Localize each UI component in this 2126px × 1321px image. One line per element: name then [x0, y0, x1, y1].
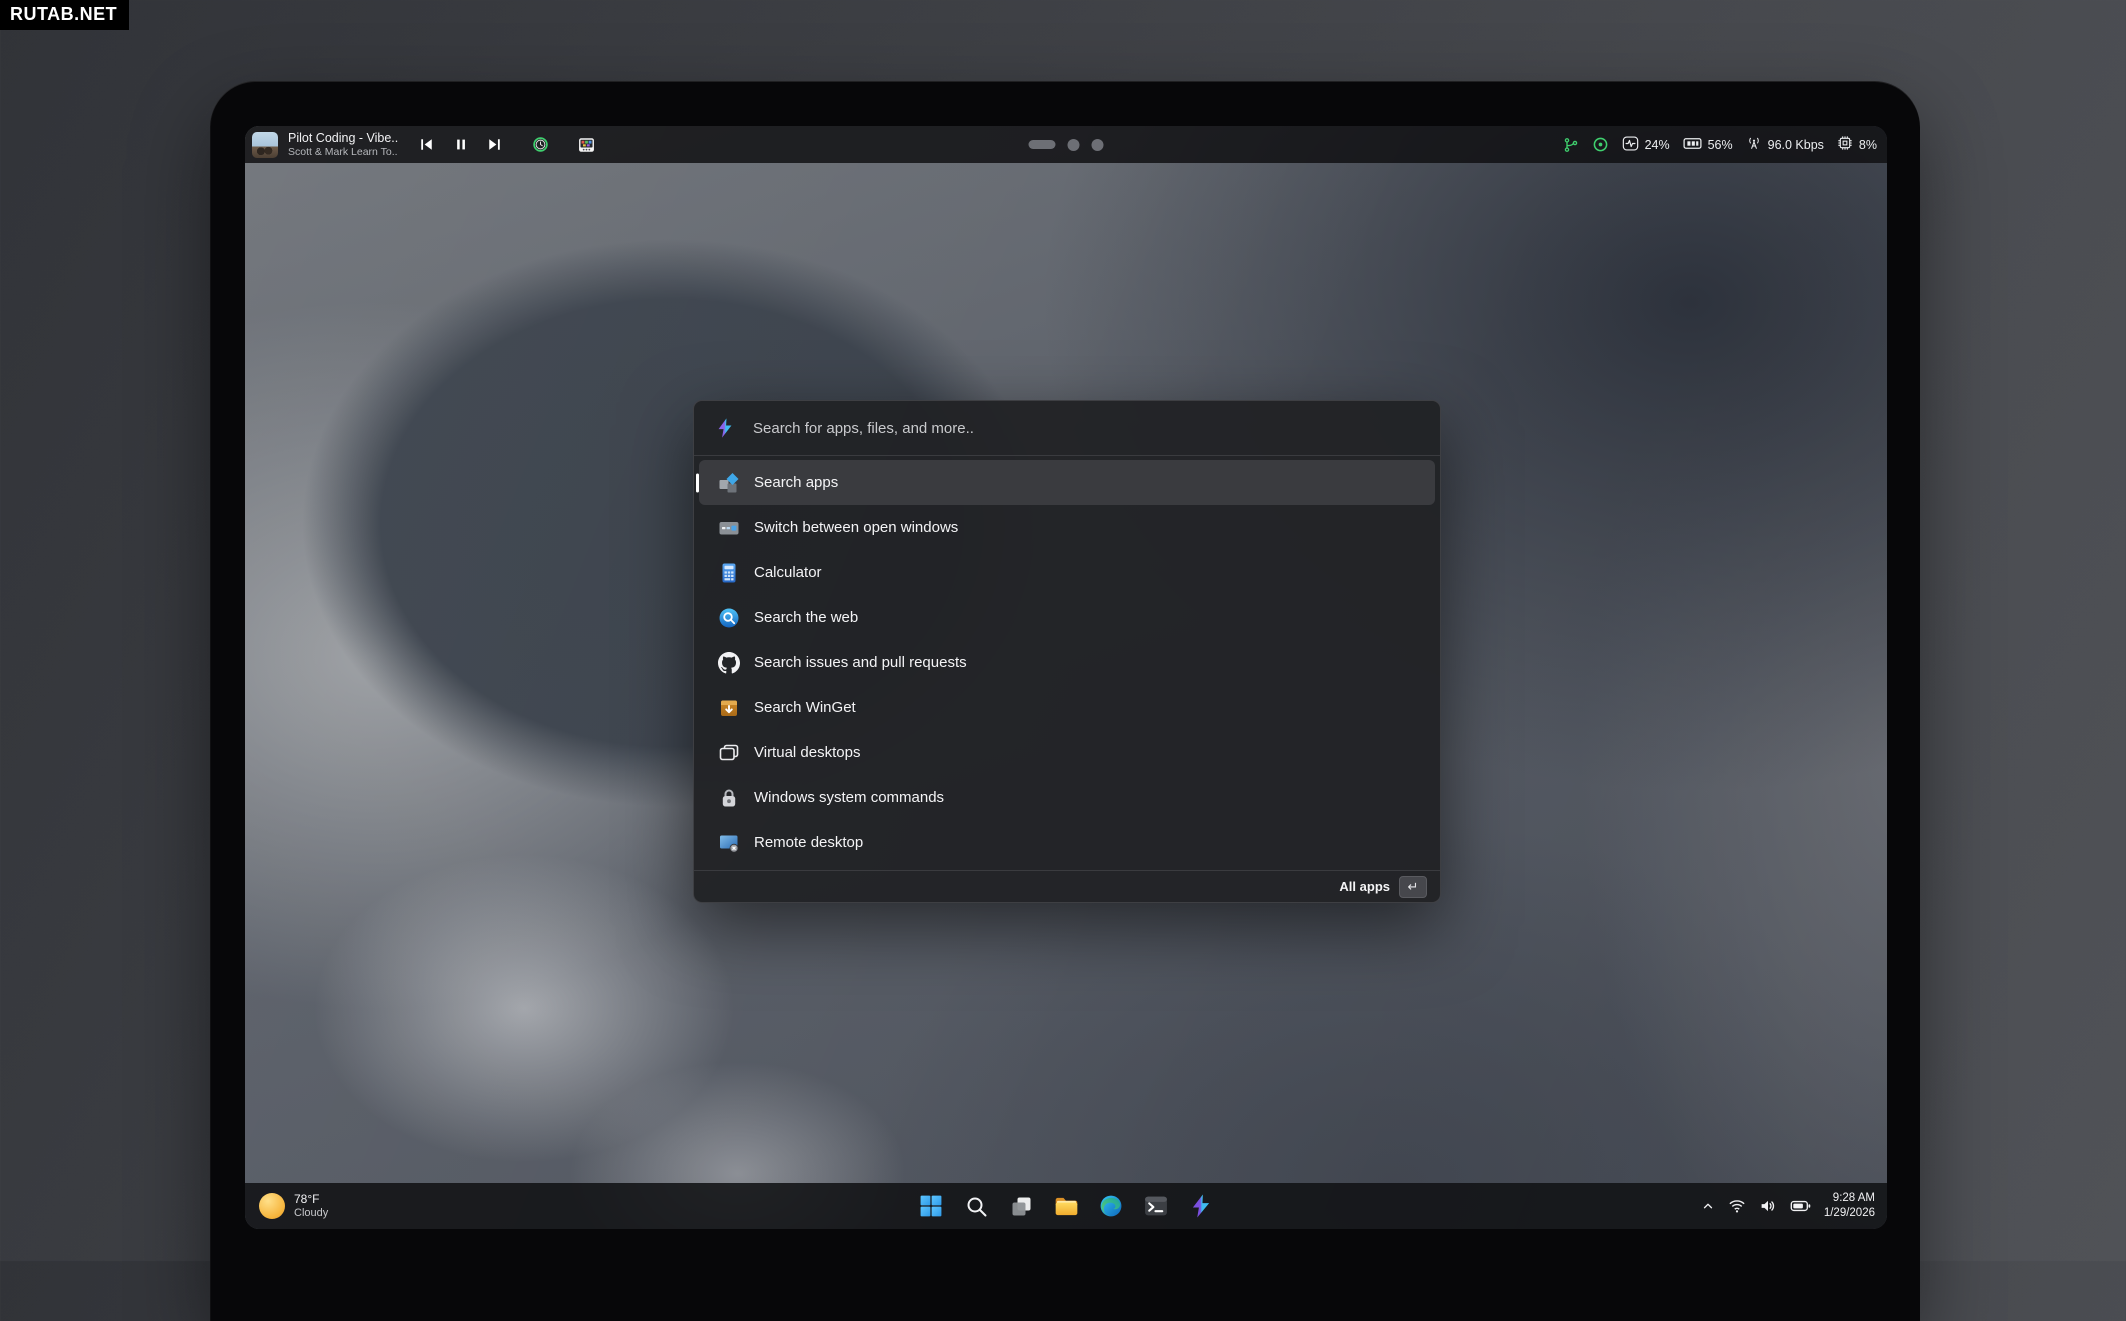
- palette-item-label: Virtual desktops: [754, 744, 860, 761]
- watermark: RUTAB.NET: [0, 0, 129, 30]
- winget-icon: [718, 697, 740, 719]
- clock-time: 9:28 AM: [1824, 1191, 1875, 1206]
- taskbar: 78°F Cloudy: [245, 1183, 1887, 1229]
- stat-network: 96.0 Kbps: [1746, 135, 1824, 154]
- cpu-value: 8%: [1859, 138, 1877, 152]
- palette-item-window-switcher[interactable]: Switch between open windows: [699, 505, 1435, 550]
- antenna-icon: [1746, 135, 1762, 154]
- camera-notch: [1029, 139, 1104, 151]
- search-icon[interactable]: [963, 1193, 990, 1220]
- memory-value: 56%: [1708, 138, 1733, 152]
- task-view-icon[interactable]: [1008, 1193, 1035, 1220]
- palette-item-search-apps[interactable]: Search apps: [699, 460, 1435, 505]
- stat-activity: 24%: [1622, 136, 1670, 154]
- palette-item-virtual-desktops[interactable]: Virtual desktops: [699, 730, 1435, 775]
- tray-chevron-up-icon[interactable]: [1701, 1199, 1715, 1213]
- system-tray: 9:28 AM 1/29/2026: [1701, 1191, 1887, 1221]
- palette-item-label: Windows system commands: [754, 789, 944, 806]
- palette-item-label: Remote desktop: [754, 834, 863, 851]
- palette-item-github[interactable]: Search issues and pull requests: [699, 640, 1435, 685]
- previous-track-icon[interactable]: [418, 136, 435, 153]
- activity-icon: [1622, 136, 1639, 154]
- media-title: Pilot Coding - Vibe..: [288, 131, 398, 145]
- cpu-icon: [1837, 135, 1853, 154]
- system-commands-icon: [718, 787, 740, 809]
- notch-dot: [1068, 139, 1080, 151]
- edge-browser-icon[interactable]: [1098, 1193, 1125, 1220]
- palette-item-label: Search issues and pull requests: [754, 654, 967, 671]
- wifi-icon[interactable]: [1728, 1197, 1746, 1215]
- volume-icon[interactable]: [1759, 1197, 1777, 1215]
- album-art: [252, 132, 278, 158]
- all-apps-button[interactable]: All apps ↵: [694, 870, 1440, 902]
- desktop-wallpaper: Pilot Coding - Vibe.. Scott & Mark Learn…: [245, 126, 1887, 1229]
- system-stats: 24% 56% 96.0 Kbps: [1563, 135, 1887, 154]
- timer-icon[interactable]: [532, 136, 549, 153]
- taskbar-center-icons: [918, 1193, 1215, 1220]
- weather-temperature: 78°F: [294, 1192, 328, 1206]
- next-track-icon[interactable]: [486, 136, 503, 153]
- command-palette-bolt-icon: [714, 417, 736, 439]
- palette-item-system-commands[interactable]: Windows system commands: [699, 775, 1435, 820]
- palette-item-label: Search WinGet: [754, 699, 856, 716]
- stat-memory: 56%: [1683, 136, 1733, 154]
- palette-item-label: Search the web: [754, 609, 858, 626]
- memory-icon: [1683, 136, 1702, 154]
- record-icon: [1592, 136, 1609, 153]
- palette-search-row: [694, 401, 1440, 456]
- laptop-frame: Pilot Coding - Vibe.. Scott & Mark Learn…: [210, 81, 1920, 1321]
- web-search-icon: [718, 607, 740, 629]
- screen-color-icon[interactable]: [578, 136, 595, 153]
- network-value: 96.0 Kbps: [1768, 138, 1824, 152]
- stat-cpu: 8%: [1837, 135, 1877, 154]
- palette-item-winget[interactable]: Search WinGet: [699, 685, 1435, 730]
- powertoys-icon[interactable]: [1188, 1193, 1215, 1220]
- all-apps-label: All apps: [1339, 879, 1390, 894]
- activity-value: 24%: [1645, 138, 1670, 152]
- palette-search-input[interactable]: [751, 419, 1420, 438]
- command-palette: Search apps Switch between open windows Ca…: [693, 400, 1441, 903]
- selection-indicator: [696, 473, 699, 492]
- palette-item-remote-desktop[interactable]: Remote desktop: [699, 820, 1435, 865]
- palette-item-label: Switch between open windows: [754, 519, 958, 536]
- media-widget: Pilot Coding - Vibe.. Scott & Mark Learn…: [245, 131, 595, 157]
- battery-icon[interactable]: [1790, 1198, 1811, 1214]
- media-subtitle: Scott & Mark Learn To..: [288, 146, 398, 158]
- sun-icon: [259, 1193, 285, 1219]
- pause-icon[interactable]: [452, 136, 469, 153]
- weather-widget[interactable]: 78°F Cloudy: [245, 1192, 328, 1220]
- terminal-icon[interactable]: [1143, 1193, 1170, 1220]
- window-switcher-icon: [718, 517, 740, 539]
- notch-pill: [1029, 140, 1056, 149]
- github-icon: [718, 652, 740, 674]
- enter-key-icon: ↵: [1399, 876, 1427, 898]
- start-button[interactable]: [918, 1193, 945, 1220]
- notch-dot: [1092, 139, 1104, 151]
- file-explorer-icon[interactable]: [1053, 1193, 1080, 1220]
- git-branch-icon: [1563, 137, 1579, 153]
- palette-list: Search apps Switch between open windows Ca…: [694, 456, 1440, 870]
- clock-date: 1/29/2026: [1824, 1206, 1875, 1221]
- virtual-desktops-icon: [718, 742, 740, 764]
- palette-item-calculator[interactable]: Calculator: [699, 550, 1435, 595]
- top-status-bar: Pilot Coding - Vibe.. Scott & Mark Learn…: [245, 126, 1887, 163]
- remote-desktop-icon: [718, 832, 740, 854]
- weather-condition: Cloudy: [294, 1207, 328, 1220]
- palette-item-label: Calculator: [754, 564, 822, 581]
- search-apps-icon: [718, 472, 740, 494]
- taskbar-clock[interactable]: 9:28 AM 1/29/2026: [1824, 1191, 1875, 1221]
- calculator-icon: [718, 562, 740, 584]
- palette-item-label: Search apps: [754, 474, 838, 491]
- palette-item-web-search[interactable]: Search the web: [699, 595, 1435, 640]
